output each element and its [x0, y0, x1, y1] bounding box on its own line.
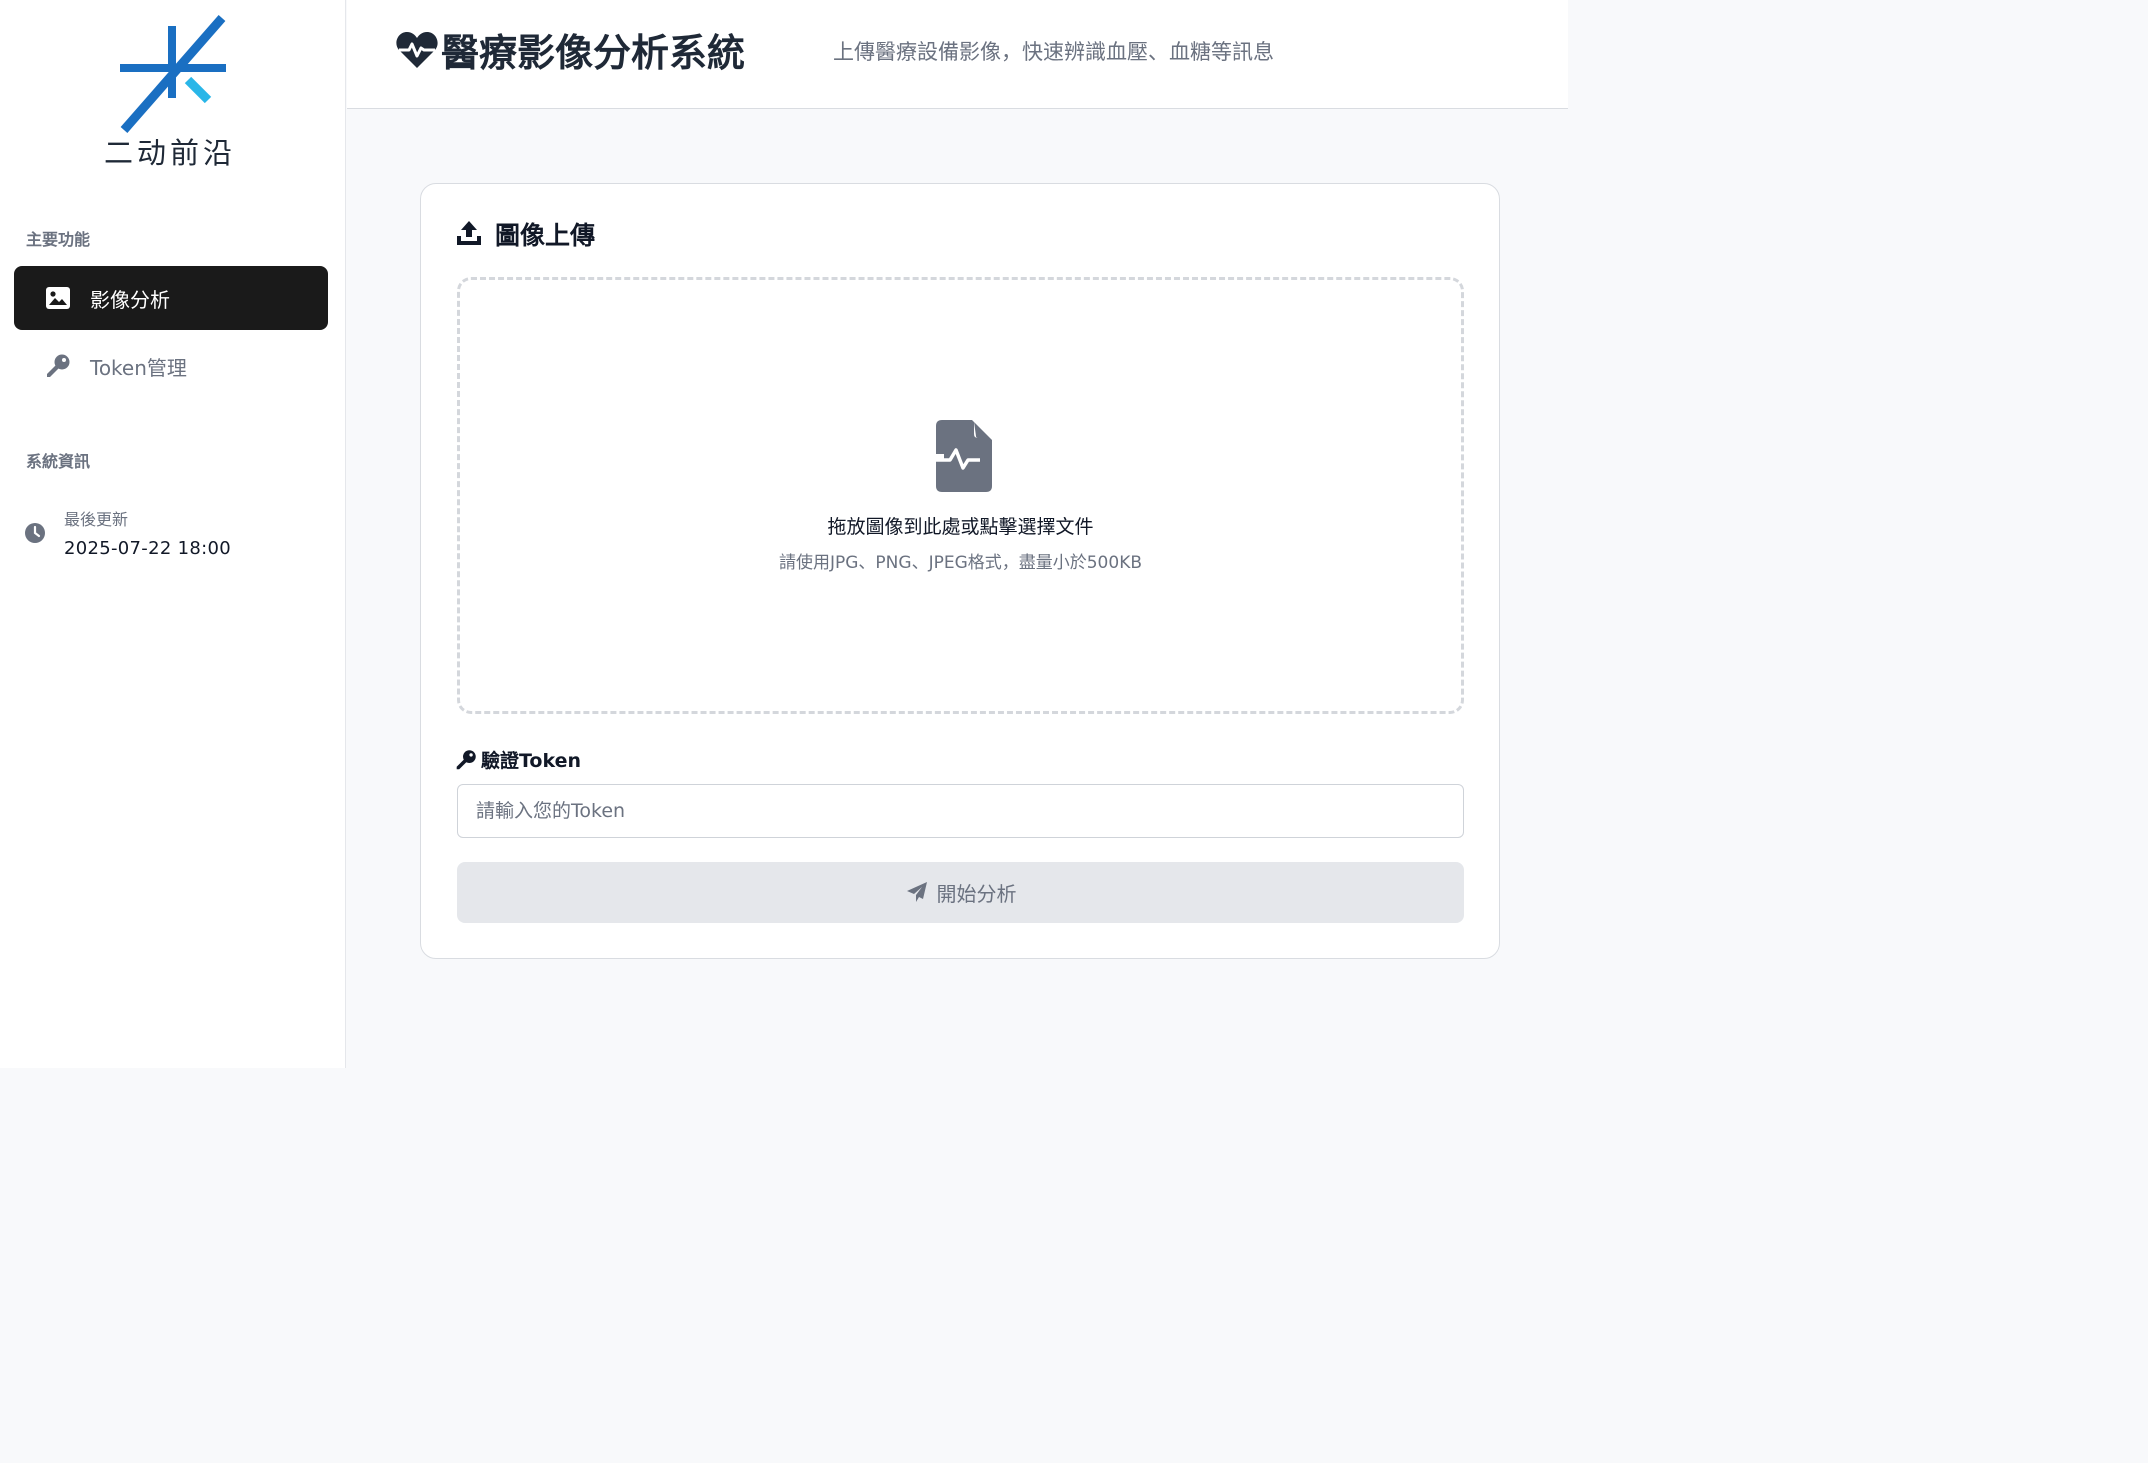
file-dropzone[interactable]: 拖放圖像到此處或點擊選擇文件 請使用JPG、PNG、JPEG格式，盡量小於500…: [457, 277, 1464, 714]
last-update-info: 最後更新 2025-07-22 18:00: [24, 506, 231, 559]
token-label: 驗證Token: [455, 746, 581, 773]
page-title: 醫療影像分析系統: [395, 22, 745, 77]
dropzone-hint: 請使用JPG、PNG、JPEG格式，盡量小於500KB: [778, 553, 1143, 573]
brand-logo[interactable]: 二动前沿: [90, 14, 250, 170]
page-header: 醫療影像分析系統 上傳醫療設備影像，快速辨識血壓、血糖等訊息: [347, 0, 1568, 109]
sidebar-item-image-analysis[interactable]: 影像分析: [14, 266, 328, 330]
brand-name: 二动前沿: [103, 136, 236, 170]
sidebar: 二动前沿 主要功能 影像分析 Token管理 系統資訊 最後更新 2025-07…: [0, 0, 346, 1068]
token-label-text: 驗證Token: [481, 750, 582, 772]
system-section-label: 系統資訊: [26, 452, 91, 471]
key-icon: [455, 749, 477, 771]
sidebar-item-token-management[interactable]: Token管理: [14, 334, 328, 398]
start-analysis-button[interactable]: 開始分析: [457, 862, 1464, 923]
last-update-label: 最後更新: [64, 510, 129, 529]
dropzone-instruction: 拖放圖像到此處或點擊選擇文件: [827, 516, 1094, 538]
start-analysis-label: 開始分析: [936, 882, 1017, 906]
paper-plane-icon: [905, 881, 929, 905]
upload-icon: [455, 219, 485, 249]
upload-card-title: 圖像上傳: [455, 216, 595, 252]
clock-icon: [24, 522, 46, 544]
asterisk-logo-icon: [120, 15, 226, 133]
upload-card-title-text: 圖像上傳: [495, 221, 596, 250]
page-title-text: 醫療影像分析系統: [441, 31, 746, 75]
file-medical-icon: [930, 420, 992, 492]
upload-card: 圖像上傳 拖放圖像到此處或點擊選擇文件 請使用JPG、PNG、JPEG格式，盡量…: [420, 183, 1500, 959]
key-icon: [44, 352, 72, 380]
sidebar-item-label: Token管理: [90, 355, 187, 380]
main-section-label: 主要功能: [26, 230, 91, 249]
page-subtitle: 上傳醫療設備影像，快速辨識血壓、血糖等訊息: [833, 40, 1274, 64]
image-icon: [44, 284, 72, 312]
last-update-value: 2025-07-22 18:00: [64, 538, 232, 559]
heart-pulse-icon: [395, 30, 439, 70]
token-input[interactable]: [457, 784, 1464, 838]
sidebar-item-label: 影像分析: [90, 287, 170, 312]
